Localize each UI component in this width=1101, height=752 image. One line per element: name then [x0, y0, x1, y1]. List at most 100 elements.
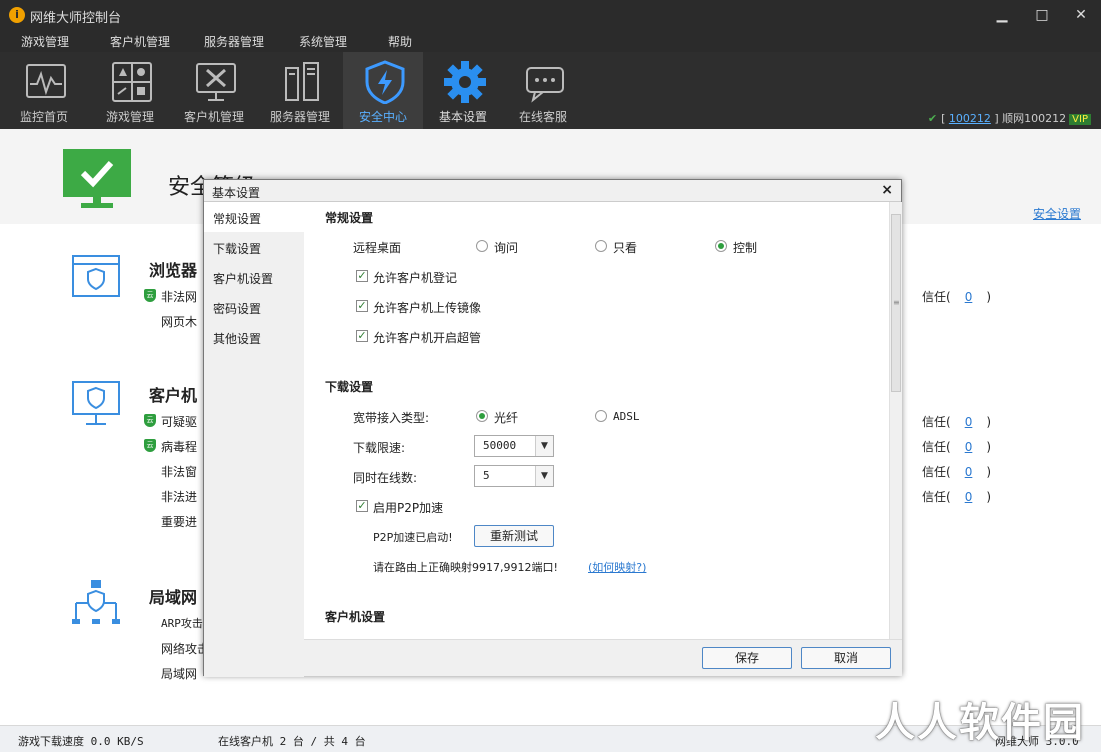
how-to-map-link[interactable]: (如何映射?)	[588, 561, 646, 574]
tool-label: 安全中心	[358, 110, 407, 124]
basic-settings-dialog: 基本设置 × 常规设置 下载设置 客户机设置 密码设置 其他设置 常规设置 远程…	[203, 179, 902, 677]
vip-badge: VIP	[1069, 114, 1091, 125]
trust-count-link[interactable]: 0	[965, 290, 973, 304]
client-tools-icon	[196, 63, 236, 101]
checkbox-enable-p2p[interactable]: ✓	[356, 500, 368, 512]
checkbox-allow-super-admin[interactable]: ✓	[356, 330, 368, 342]
chat-icon	[526, 67, 564, 103]
tool-basic-settings[interactable]: 基本设置	[423, 52, 503, 129]
trust-count-link[interactable]: 0	[965, 490, 973, 504]
port-mapping-note: 请在路由上正确映射9917,9912端口!	[373, 561, 558, 574]
save-button[interactable]: 保存	[702, 647, 792, 669]
retest-button[interactable]: 重新测试	[474, 525, 554, 547]
radio-label: 只看	[613, 241, 638, 255]
online-check-icon: ✔	[927, 112, 938, 125]
menu-help[interactable]: 帮助	[388, 33, 412, 50]
trust-count: 信任(0)	[922, 415, 992, 429]
row-label: 非法进	[161, 490, 198, 504]
concurrent-label: 同时在线数:	[353, 471, 418, 485]
settings-nav: 常规设置 下载设置 客户机设置 密码设置 其他设置	[204, 202, 304, 677]
dialog-close-icon[interactable]: ×	[881, 182, 893, 198]
title-bar: i 网维大师控制台 ▁ □ ✕	[0, 0, 1101, 30]
close-icon[interactable]: ✕	[1061, 0, 1101, 30]
radio-adsl[interactable]	[595, 410, 607, 422]
nav-general[interactable]: 常规设置	[204, 202, 304, 232]
port-mapping-help: (如何映射?)	[588, 559, 646, 575]
row-label: 可疑驱	[161, 415, 198, 429]
cloud-badge-icon: 云	[144, 439, 156, 452]
chevron-down-icon: ▼	[535, 436, 553, 456]
trust-count: 信任(0)	[922, 290, 992, 304]
maximize-icon[interactable]: □	[1022, 0, 1062, 30]
trust-count: 信任(0)	[922, 465, 992, 479]
checkbox-label: 允许客户机开启超管	[373, 331, 482, 345]
menu-bar: 游戏管理 客户机管理 服务器管理 系统管理 帮助	[0, 30, 1101, 52]
tool-client-manage[interactable]: 客户机管理	[174, 52, 254, 129]
tool-security-center[interactable]: 安全中心	[343, 52, 423, 129]
settings-scrollbar[interactable]: ≡	[889, 202, 902, 639]
app-title: 网维大师控制台	[30, 11, 122, 26]
user-id-link[interactable]: 100212	[949, 112, 991, 125]
radio-label: ADSL	[613, 410, 640, 423]
client-settings-heading: 客户机设置	[325, 610, 386, 624]
nav-download[interactable]: 下载设置	[204, 232, 304, 262]
trust-count-link[interactable]: 0	[965, 440, 973, 454]
radio-fiber[interactable]	[476, 410, 488, 422]
tool-label: 在线客服	[518, 110, 567, 124]
settings-content: 常规设置 远程桌面 询问 只看 控制 ✓ 允许客户机登记 ✓ 允许客户机上传镜像…	[304, 202, 889, 639]
radio-remote-ask[interactable]	[476, 240, 488, 252]
tool-server-manage[interactable]: 服务器管理	[260, 52, 340, 129]
section-lan-title: 局域网	[149, 588, 198, 607]
download-speed-status: 游戏下载速度 0.0 KB/S	[18, 735, 144, 748]
radio-label: 控制	[733, 241, 758, 255]
menu-system[interactable]: 系统管理	[299, 33, 347, 50]
remote-desktop-label: 远程桌面	[353, 241, 402, 255]
tool-label: 监控首页	[19, 110, 68, 124]
trust-count-link[interactable]: 0	[965, 465, 973, 479]
tool-online-service[interactable]: 在线客服	[503, 52, 583, 129]
radio-remote-control[interactable]	[715, 240, 727, 252]
download-heading: 下载设置	[325, 380, 374, 394]
radio-label: 询问	[494, 241, 519, 255]
radio-remote-view[interactable]	[595, 240, 607, 252]
row-label: 网络攻击	[161, 642, 210, 656]
security-settings-link[interactable]: 安全设置	[1033, 205, 1081, 222]
checkbox-allow-register[interactable]: ✓	[356, 270, 368, 282]
grip-icon: ≡	[893, 298, 900, 307]
nav-password[interactable]: 密码设置	[204, 292, 304, 322]
tool-game-manage[interactable]: 游戏管理	[90, 52, 170, 129]
row-label: 网页木	[161, 315, 198, 329]
checkbox-label: 允许客户机上传镜像	[373, 301, 482, 315]
row-label: 病毒程	[161, 440, 198, 454]
trust-count: 信任(0)	[922, 490, 992, 504]
broadband-label: 宽带接入类型:	[353, 411, 430, 425]
trust-count-link[interactable]: 0	[965, 415, 973, 429]
tool-label: 服务器管理	[269, 110, 330, 124]
monitor-chart-icon	[26, 64, 66, 98]
dialog-title-bar: 基本设置 ×	[204, 180, 901, 202]
chevron-down-icon: ▼	[535, 466, 553, 486]
concurrent-select[interactable]: 5 ▼	[474, 465, 554, 487]
general-heading: 常规设置	[325, 211, 374, 225]
server-icon	[285, 62, 319, 101]
speed-limit-select[interactable]: 50000 ▼	[474, 435, 554, 457]
menu-server[interactable]: 服务器管理	[204, 33, 264, 50]
tool-monitor-home[interactable]: 监控首页	[4, 52, 84, 129]
menu-game[interactable]: 游戏管理	[21, 33, 69, 50]
checkbox-allow-upload-image[interactable]: ✓	[356, 300, 368, 312]
speed-limit-label: 下载限速:	[353, 441, 406, 455]
menu-client[interactable]: 客户机管理	[110, 33, 170, 50]
browser-shield-icon	[72, 255, 120, 297]
user-name: 顺网100212	[1002, 112, 1067, 125]
row-label: 非法网	[161, 290, 198, 304]
checkbox-label: 启用P2P加速	[373, 501, 444, 515]
row-label: 重要进	[161, 515, 198, 529]
minimize-icon[interactable]: ▁	[982, 0, 1022, 30]
cancel-button[interactable]: 取消	[801, 647, 891, 669]
security-ok-monitor-icon	[63, 149, 131, 208]
client-shield-icon	[72, 381, 120, 425]
game-grid-icon	[112, 62, 152, 102]
nav-other[interactable]: 其他设置	[204, 322, 304, 352]
lan-shield-icon	[72, 580, 120, 624]
nav-client[interactable]: 客户机设置	[204, 262, 304, 292]
